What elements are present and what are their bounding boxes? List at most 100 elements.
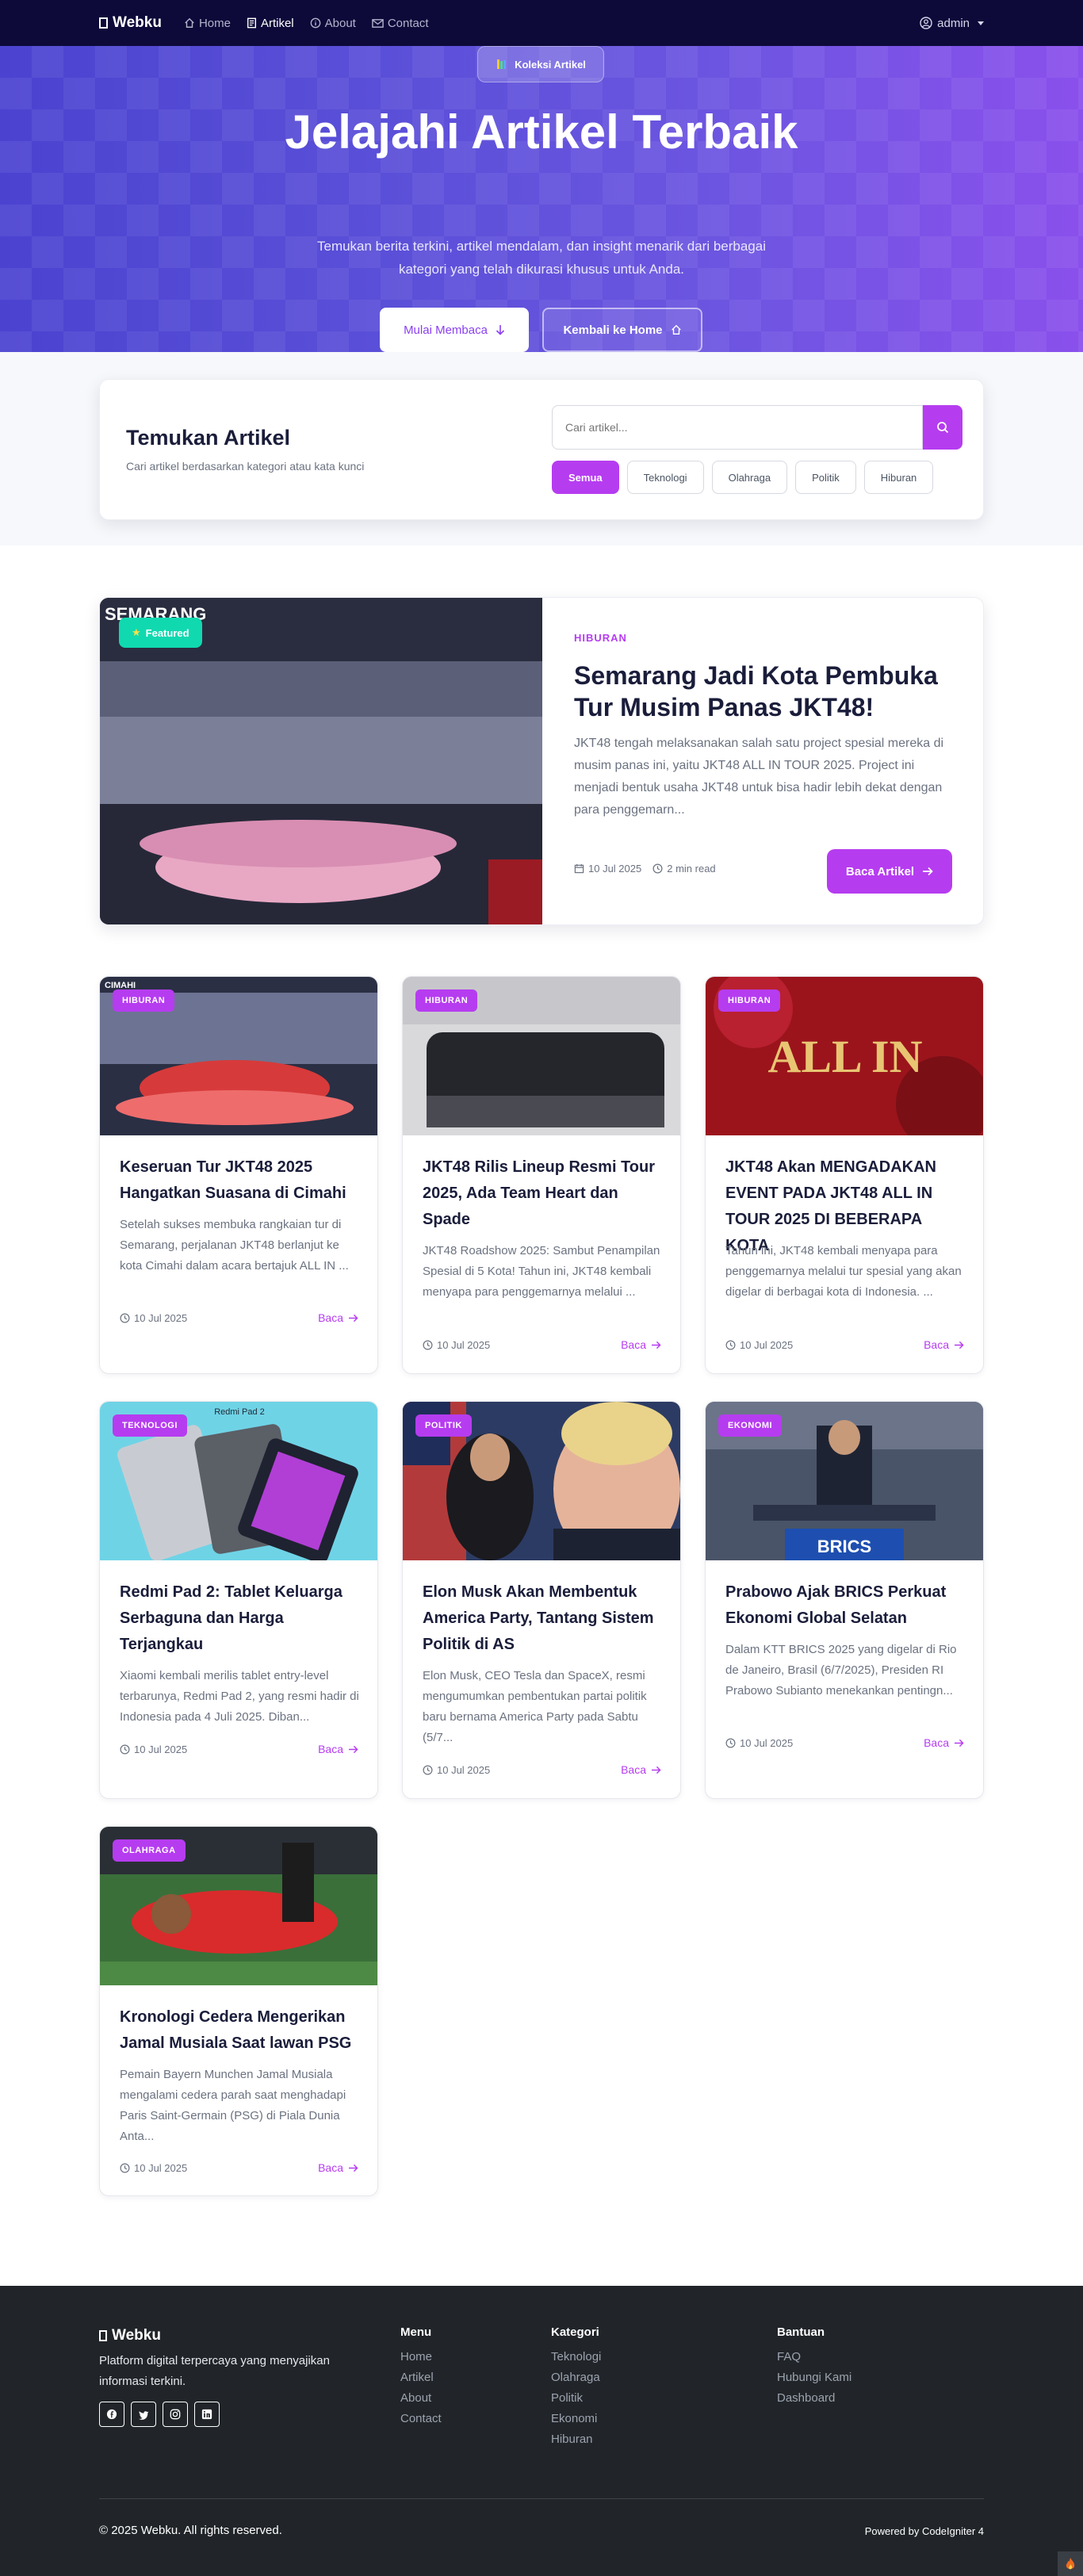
- article-card[interactable]: ALL IN HIBURAN JKT48 Akan MENGADAKAN EVE…: [705, 976, 984, 1374]
- twitter-link[interactable]: [131, 2402, 156, 2427]
- footer-brand[interactable]: Webku: [99, 2327, 161, 2344]
- star-icon: ★: [132, 626, 141, 638]
- article-image[interactable]: POLITIK: [403, 1402, 680, 1560]
- read-article-button[interactable]: Baca Artikel: [827, 849, 952, 894]
- article-date-text: 10 Jul 2025: [437, 1339, 491, 1351]
- hero-title: Jelajahi Artikel Terbaik: [285, 105, 798, 159]
- article-title[interactable]: Prabowo Ajak BRICS Perkuat Ekonomi Globa…: [725, 1579, 967, 1632]
- search-input[interactable]: [552, 405, 923, 450]
- nav-link-about[interactable]: About: [310, 17, 356, 30]
- article-excerpt: JKT48 Roadshow 2025: Sambut Penampilan S…: [423, 1244, 660, 1299]
- featured-meta: 10 Jul 2025 2 min read: [574, 863, 716, 875]
- read-link[interactable]: Baca: [318, 2161, 358, 2174]
- article-card[interactable]: OLAHRAGA Kronologi Cedera Mengerikan Jam…: [99, 1826, 378, 2196]
- home-icon: [671, 324, 681, 335]
- footer-link-home[interactable]: Home: [400, 2347, 442, 2367]
- article-title[interactable]: Keseruan Tur JKT48 2025 Hangatkan Suasan…: [120, 1154, 362, 1207]
- back-home-button[interactable]: Kembali ke Home: [542, 308, 702, 352]
- article-image[interactable]: ALL IN HIBURAN: [706, 977, 983, 1135]
- article-image[interactable]: Redmi Pad 2 TEKNOLOGI: [100, 1402, 377, 1560]
- read-link[interactable]: Baca: [318, 1311, 358, 1324]
- search-title: Temukan Artikel: [126, 426, 291, 450]
- brand-logo[interactable]: Webku: [99, 14, 162, 32]
- brand-name: Webku: [113, 14, 162, 31]
- article-category: TEKNOLOGI: [113, 1414, 187, 1437]
- article-excerpt: Dalam KTT BRICS 2025 yang digelar di Rio…: [725, 1643, 957, 1698]
- document-icon: [247, 17, 256, 29]
- footer-link-politik[interactable]: Politik: [551, 2388, 601, 2409]
- filter-hiburan[interactable]: Hiburan: [863, 461, 934, 494]
- hero-pattern: [0, 46, 1083, 352]
- article-card[interactable]: CIMAHI HIBURAN Keseruan Tur JKT48 2025 H…: [99, 976, 378, 1374]
- footer-description: Platform digital terpercaya yang menyaji…: [99, 2354, 330, 2388]
- footer-link-olahraga[interactable]: Olahraga: [551, 2367, 601, 2388]
- article-card[interactable]: HIBURAN JKT48 Rilis Lineup Resmi Tour 20…: [402, 976, 681, 1374]
- read-link[interactable]: Baca: [924, 1736, 964, 1749]
- filter-teknologi[interactable]: Teknologi: [626, 461, 704, 494]
- facebook-link[interactable]: [99, 2402, 124, 2427]
- footer-link-about[interactable]: About: [400, 2388, 442, 2409]
- featured-badge-label: Featured: [145, 626, 189, 639]
- read-link-label: Baca: [318, 2161, 343, 2174]
- article-image[interactable]: BRICS EKONOMI: [706, 1402, 983, 1560]
- featured-article[interactable]: SEMARANG ★ Featured HIBURAN Semarang Jad…: [99, 597, 984, 925]
- featured-title[interactable]: Semarang Jadi Kota Pembuka Tur Musim Pan…: [574, 660, 962, 723]
- calendar-icon: [574, 863, 584, 874]
- footer-link-artikel[interactable]: Artikel: [400, 2367, 442, 2388]
- article-excerpt: Xiaomi kembali merilis tablet entry-leve…: [120, 1669, 359, 1724]
- article-category: HIBURAN: [718, 989, 781, 1012]
- article-card[interactable]: BRICS EKONOMI Prabowo Ajak BRICS Perkuat…: [705, 1401, 984, 1799]
- start-reading-button[interactable]: Mulai Membaca: [380, 308, 529, 352]
- search-card: Temukan Artikel Cari artikel berdasarkan…: [99, 379, 984, 520]
- featured-date-text: 10 Jul 2025: [588, 863, 642, 875]
- article-excerpt: Elon Musk, CEO Tesla dan SpaceX, resmi m…: [423, 1669, 647, 1744]
- arrow-right-icon: [652, 1341, 661, 1349]
- nav-link-artikel[interactable]: Artikel: [247, 17, 294, 30]
- footer-link-hubungi[interactable]: Hubungi Kami: [777, 2367, 851, 2388]
- footer-link-teknologi[interactable]: Teknologi: [551, 2347, 601, 2367]
- footer-link-faq[interactable]: FAQ: [777, 2347, 851, 2367]
- linkedin-link[interactable]: [194, 2402, 220, 2427]
- article-title[interactable]: Redmi Pad 2: Tablet Keluarga Serbaguna d…: [120, 1579, 362, 1658]
- user-dropdown[interactable]: admin: [920, 17, 984, 30]
- article-card[interactable]: POLITIK Elon Musk Akan Membentuk America…: [402, 1401, 681, 1799]
- search-section: Temukan Artikel Cari artikel berdasarkan…: [0, 352, 1083, 545]
- social-links: [99, 2402, 220, 2427]
- filter-semua[interactable]: Semua: [552, 461, 619, 494]
- article-card[interactable]: Redmi Pad 2 TEKNOLOGI Redmi Pad 2: Table…: [99, 1401, 378, 1799]
- footer-link-hiburan[interactable]: Hiburan: [551, 2429, 601, 2450]
- nav-links: Home Artikel About Contact: [184, 17, 429, 30]
- article-image[interactable]: OLAHRAGA: [100, 1827, 377, 1985]
- read-link[interactable]: Baca: [621, 1338, 661, 1351]
- search-button[interactable]: [923, 405, 962, 450]
- article-category: EKONOMI: [718, 1414, 783, 1437]
- instagram-link[interactable]: [163, 2402, 188, 2427]
- clock-icon: [120, 1744, 130, 1755]
- category-filters: Semua Teknologi Olahraga Politik Hiburan: [552, 461, 934, 494]
- read-link-label: Baca: [318, 1743, 343, 1755]
- footer-link-dashboard[interactable]: Dashboard: [777, 2388, 851, 2409]
- nav-link-contact[interactable]: Contact: [372, 17, 429, 30]
- article-date-text: 10 Jul 2025: [740, 1339, 794, 1351]
- brand-icon: [99, 17, 108, 29]
- footer-link-ekonomi[interactable]: Ekonomi: [551, 2409, 601, 2429]
- user-circle-icon: [920, 17, 932, 29]
- article-title[interactable]: Elon Musk Akan Membentuk America Party, …: [423, 1579, 664, 1658]
- read-link[interactable]: Baca: [924, 1338, 964, 1351]
- clock-icon: [725, 1340, 736, 1350]
- article-title[interactable]: Kronologi Cedera Mengerikan Jamal Musial…: [120, 2004, 362, 2057]
- footer-link-contact[interactable]: Contact: [400, 2409, 442, 2429]
- mail-icon: [372, 18, 384, 28]
- filter-politik[interactable]: Politik: [795, 461, 856, 494]
- filter-olahraga[interactable]: Olahraga: [711, 461, 788, 494]
- article-image[interactable]: HIBURAN: [403, 977, 680, 1135]
- nav-link-home[interactable]: Home: [184, 17, 231, 30]
- read-link[interactable]: Baca: [621, 1763, 661, 1776]
- hero-badge: Koleksi Artikel: [477, 46, 604, 82]
- featured-image[interactable]: SEMARANG ★ Featured: [100, 598, 542, 924]
- article-title[interactable]: JKT48 Rilis Lineup Resmi Tour 2025, Ada …: [423, 1154, 664, 1233]
- debug-toolbar-toggle[interactable]: [1058, 2551, 1083, 2576]
- footer-kategori-column: Kategori Teknologi Olahraga Politik Ekon…: [551, 2325, 601, 2450]
- article-image[interactable]: CIMAHI HIBURAN: [100, 977, 377, 1135]
- read-link[interactable]: Baca: [318, 1743, 358, 1755]
